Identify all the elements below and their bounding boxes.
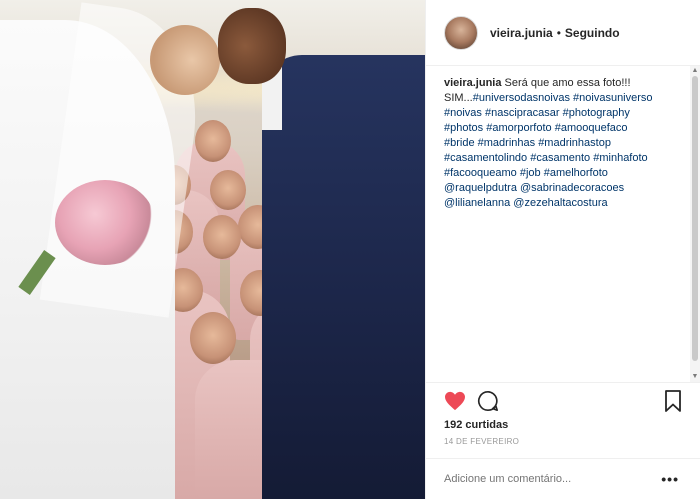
caption-scrollbar[interactable]: ▲ ▼	[690, 66, 700, 382]
bookmark-icon[interactable]	[661, 389, 685, 413]
hashtag-link[interactable]: #amelhorfoto	[544, 167, 608, 179]
scroll-up-arrow-icon[interactable]: ▲	[691, 67, 699, 75]
hashtag-link[interactable]: #casamento	[530, 152, 590, 164]
scroll-down-arrow-icon[interactable]: ▼	[691, 373, 699, 381]
bridesmaid-face	[190, 312, 236, 364]
hashtag-link[interactable]: #nascipracasar	[485, 107, 560, 119]
post-date[interactable]: 14 DE FEVEREIRO	[444, 437, 519, 446]
hashtag-link[interactable]: #madrinhastop	[538, 137, 611, 149]
hashtag-link[interactable]: #facooqueamo	[444, 167, 517, 179]
hashtag-link[interactable]: #amooquefaco	[555, 122, 628, 134]
bouquet	[55, 180, 155, 265]
mention-link[interactable]: @lilianelanna	[444, 197, 510, 209]
header-username[interactable]: vieira.junia	[490, 26, 553, 40]
hashtag-link[interactable]: #universodasnoivas	[473, 92, 570, 104]
avatar[interactable]	[444, 15, 478, 50]
comment-icon[interactable]	[476, 389, 500, 413]
post-side-panel: vieira.junia • Seguindo vieira.junia Ser…	[425, 0, 700, 499]
hashtag-link[interactable]: #bride	[444, 137, 475, 149]
caption-text: SIM...	[444, 92, 473, 104]
mention-link[interactable]: @raquelpdutra	[444, 182, 517, 194]
hashtag-link[interactable]: #photography	[563, 107, 630, 119]
scroll-thumb[interactable]	[692, 76, 698, 361]
groom	[262, 55, 425, 499]
more-options-icon[interactable]: •••	[661, 471, 679, 487]
heart-icon[interactable]	[443, 389, 467, 413]
bride-head	[150, 25, 220, 95]
hashtag-link[interactable]: #noivas	[444, 107, 482, 119]
post-caption: vieira.junia Será que amo essa foto!!! S…	[444, 76, 684, 211]
hashtag-link[interactable]: #photos	[444, 122, 483, 134]
header-separator: •	[556, 25, 561, 40]
mention-link[interactable]: @zezehaltacostura	[513, 197, 607, 209]
bridesmaid-face	[203, 215, 241, 259]
follow-status-button[interactable]: Seguindo	[565, 26, 620, 40]
caption-text: Será que amo essa foto!!!	[504, 77, 631, 89]
comment-bar: •••	[426, 458, 700, 499]
bridesmaid-face	[210, 170, 246, 210]
bridesmaid-face	[195, 120, 231, 162]
hashtag-link[interactable]: #amorporfoto	[486, 122, 551, 134]
hashtag-link[interactable]: #casamentolindo	[444, 152, 527, 164]
hashtag-link[interactable]: #job	[520, 167, 541, 179]
groom-head	[218, 8, 286, 84]
comment-input[interactable]	[444, 473, 644, 485]
hashtag-link[interactable]: #minhafoto	[593, 152, 647, 164]
hashtag-link[interactable]: #noivasuniverso	[573, 92, 653, 104]
hashtag-link[interactable]: #madrinhas	[478, 137, 535, 149]
caption-username[interactable]: vieira.junia	[444, 77, 501, 89]
post-actions: 192 curtidas 14 DE FEVEREIRO	[426, 382, 700, 462]
like-count[interactable]: 192 curtidas	[444, 419, 508, 431]
post-photo[interactable]	[0, 0, 425, 499]
post-header: vieira.junia • Seguindo	[426, 0, 700, 66]
mention-link[interactable]: @sabrinadecoracoes	[520, 182, 624, 194]
